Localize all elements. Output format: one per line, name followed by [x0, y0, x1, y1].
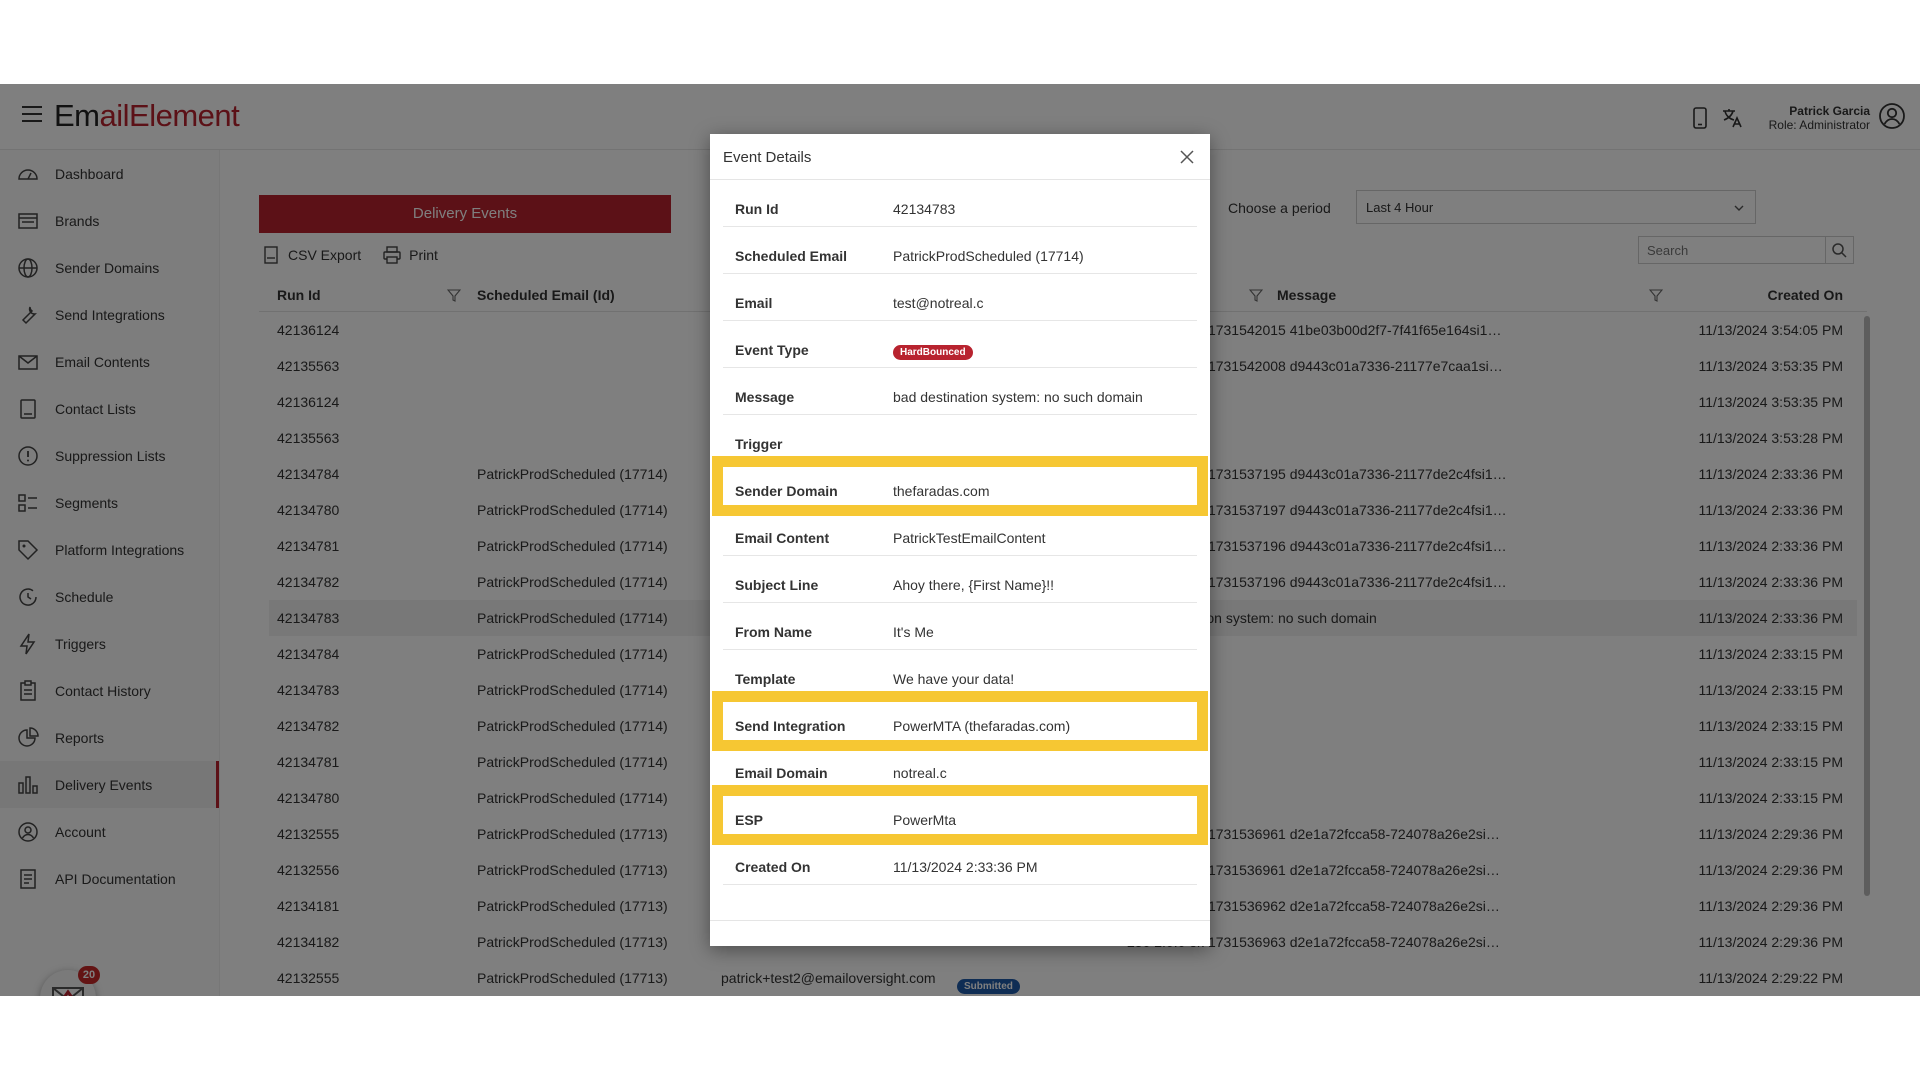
detail-value: HardBounced	[893, 342, 973, 360]
detail-value: Ahoy there, {First Name}!!	[893, 577, 1055, 593]
detail-row-run-id: Run Id 42134783	[723, 180, 1197, 227]
detail-row-event-type: Event Type HardBounced	[723, 321, 1197, 368]
detail-row-from-name: From Name It's Me	[723, 603, 1197, 650]
detail-label: Message	[735, 389, 795, 405]
detail-label: Trigger	[735, 436, 783, 452]
detail-value: It's Me	[893, 624, 934, 640]
detail-label: Event Type	[735, 342, 809, 358]
detail-row-trigger: Trigger	[723, 415, 1197, 462]
detail-row-message: Message bad destination system: no such d…	[723, 368, 1197, 415]
detail-label: Email	[735, 295, 773, 311]
detail-row-email: Email test@notreal.c	[723, 274, 1197, 321]
detail-label: Send Integration	[735, 718, 846, 734]
detail-value: test@notreal.c	[893, 295, 984, 311]
detail-label: Created On	[735, 859, 811, 875]
detail-label: Scheduled Email	[735, 248, 848, 264]
detail-row-scheduled-email: Scheduled Email PatrickProdScheduled (177…	[723, 227, 1197, 274]
detail-row-esp: ESP PowerMta	[723, 796, 1197, 834]
event-type-badge: HardBounced	[893, 345, 973, 360]
detail-label: ESP	[735, 812, 764, 828]
app-frame: EmailElement Patrick GarciaRole: Adminis…	[0, 84, 1920, 996]
detail-label: Template	[735, 671, 796, 687]
detail-label: Run Id	[735, 201, 779, 217]
detail-label: Subject Line	[735, 577, 819, 593]
detail-label: Email Domain	[735, 765, 828, 781]
detail-label: Email Content	[735, 530, 830, 546]
dialog-header: Event Details	[710, 134, 1210, 180]
event-details-dialog: Event Details Run Id 42134783 Scheduled Em…	[710, 134, 1210, 946]
detail-value: thefaradas.com	[893, 483, 990, 499]
detail-value: PatrickProdScheduled (17714)	[893, 248, 1084, 264]
detail-row-email-content: Email Content PatrickTestEmailContent	[723, 509, 1197, 556]
detail-row-email-domain: Email Domain notreal.c	[723, 744, 1197, 791]
detail-label: From Name	[735, 624, 813, 640]
detail-value: 11/13/2024 2:33:36 PM	[893, 859, 1038, 875]
detail-row-send-integration: Send Integration PowerMTA (thefaradas.com…	[723, 702, 1197, 740]
detail-value: notreal.c	[893, 765, 947, 781]
detail-value: PowerMta	[893, 812, 957, 828]
detail-row-created-on: Created On 11/13/2024 2:33:36 PM	[723, 838, 1197, 885]
dialog-title: Event Details	[723, 149, 812, 166]
detail-value: PatrickTestEmailContent	[893, 530, 1046, 546]
detail-row-template: Template We have your data!	[723, 650, 1197, 697]
detail-value: PowerMTA (thefaradas.com)	[893, 718, 1071, 734]
dialog-footer	[710, 920, 1210, 946]
close-icon[interactable]	[1180, 150, 1194, 164]
detail-value: 42134783	[893, 201, 956, 217]
detail-value: We have your data!	[893, 671, 1015, 687]
detail-value: bad destination system: no such domain	[893, 389, 1143, 405]
detail-label: Sender Domain	[735, 483, 838, 499]
detail-row-sender-domain: Sender Domain thefaradas.com	[723, 467, 1197, 505]
detail-row-subject-line: Subject Line Ahoy there, {First Name}!!	[723, 556, 1197, 603]
